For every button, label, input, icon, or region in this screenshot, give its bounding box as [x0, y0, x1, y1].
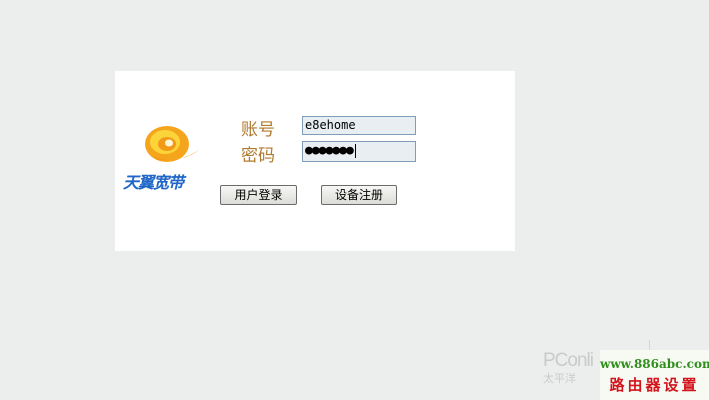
account-input[interactable]: e8ehome — [302, 116, 416, 135]
account-label: 账号 — [241, 120, 275, 140]
site-title-watermark: 路由器设置 — [609, 376, 700, 394]
device-register-button[interactable]: 设备注册 — [321, 185, 397, 205]
password-input-value: ●●●●●●● — [305, 143, 354, 158]
pconline-watermark: PConli 太平洋 — [543, 350, 605, 390]
text-caret — [354, 143, 356, 158]
brand-logo-text: 天翼宽带 — [123, 173, 184, 192]
site-url-watermark: www.886abc.com — [600, 357, 709, 371]
account-input-value: e8ehome — [305, 118, 356, 132]
password-input[interactable]: ●●●●●●● — [302, 141, 416, 162]
password-label: 密码 — [241, 146, 275, 166]
brand-logo: 天翼宽带 — [123, 120, 205, 192]
pconline-watermark-text: PConli — [543, 350, 594, 371]
login-button[interactable]: 用户登录 — [220, 185, 297, 205]
pconline-watermark-subtext: 太平洋 — [543, 373, 576, 385]
tianyi-swirl-icon — [145, 126, 199, 162]
